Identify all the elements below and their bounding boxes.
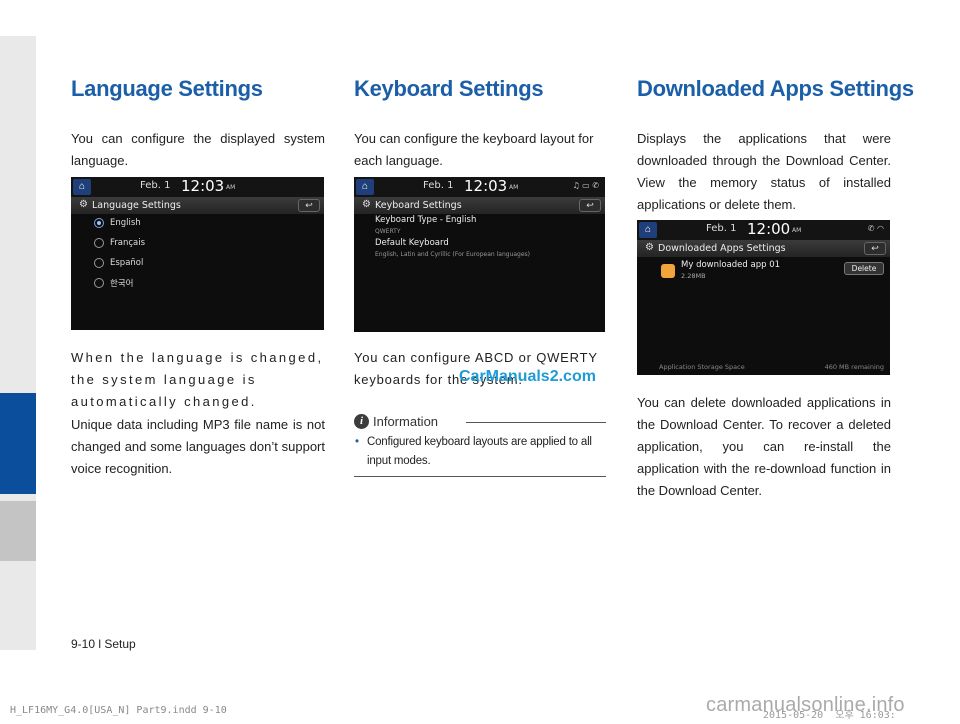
keyboard-settings-screenshot: ⌂ Feb. 1 12:03 AM ♫ ▭ ✆ ⚙ Keyboard Setti… — [354, 177, 605, 332]
gear-icon: ⚙ — [645, 242, 654, 253]
language-option-korean: 한국어 — [94, 275, 133, 291]
radio-icon — [94, 238, 104, 248]
back-icon: ↩ — [864, 242, 886, 255]
print-slug: H_LF16MY_G4.0[USA_N] Part9.indd 9-10 — [10, 705, 227, 716]
unique-data-text: Unique data including MP3 file name is n… — [71, 417, 325, 476]
option-label: 한국어 — [110, 279, 134, 289]
keyboard-type-value: QWERTY — [375, 228, 401, 235]
option-label: Español — [110, 258, 144, 268]
chapter-tab-active — [0, 393, 36, 494]
section-title: Downloaded Apps Settings — [637, 76, 914, 101]
home-icon: ⌂ — [639, 222, 657, 238]
app-size: 2.28MB — [681, 272, 706, 280]
ampm: AM — [226, 184, 236, 191]
storage-label: Application Storage Space — [659, 363, 745, 371]
status-bar: ⌂ Feb. 1 12:00 AM ✆ ◠ — [637, 220, 890, 240]
information-header: i Information — [354, 413, 606, 431]
option-label: English — [110, 218, 141, 228]
status-bar: ⌂ Feb. 1 12:03 AM — [71, 177, 324, 197]
section-title: Language Settings — [71, 76, 263, 101]
gear-icon: ⚙ — [362, 199, 371, 210]
default-keyboard-title: Default Keyboard — [375, 238, 449, 248]
time: 12:03 — [181, 177, 225, 195]
screen-title-bar: ⚙ Keyboard Settings ↩ — [354, 197, 605, 214]
screen-title-bar: ⚙ Language Settings ↩ — [71, 197, 324, 214]
information-bullet: • Configured keyboard layouts are applie… — [354, 433, 606, 471]
information-text: Configured keyboard layouts are applied … — [367, 436, 592, 467]
divider — [354, 476, 606, 477]
bullet-icon: • — [355, 436, 359, 448]
downloaded-apps-screenshot: ⌂ Feb. 1 12:00 AM ✆ ◠ ⚙ Downloaded Apps … — [637, 220, 890, 375]
language-option-espanol: Español — [94, 255, 143, 271]
option-label: Français — [110, 238, 146, 248]
site-watermark: carmanualsonline.info — [706, 694, 905, 716]
home-icon: ⌂ — [73, 179, 91, 195]
chapter-tab — [0, 501, 36, 561]
gear-icon: ⚙ — [79, 199, 88, 210]
app-name: My downloaded app 01 — [681, 260, 781, 270]
delete-button: Delete — [844, 262, 884, 275]
language-option-english: English — [94, 215, 141, 231]
intro-text: You can configure the displayed system l… — [71, 131, 325, 168]
date: Feb. 1 — [140, 180, 171, 191]
status-icons: ♫ ▭ ✆ — [572, 181, 599, 190]
storage-remaining: 460 MB remaining — [824, 363, 884, 371]
page-footer: 9-10 l Setup — [71, 637, 136, 651]
language-option-francais: Français — [94, 235, 145, 251]
radio-icon — [94, 258, 104, 268]
back-icon: ↩ — [579, 199, 601, 212]
screen-title: Language Settings — [92, 200, 181, 211]
margin-strip-top — [0, 0, 36, 36]
intro-text: Displays the applications that were down… — [637, 131, 891, 212]
status-bar: ⌂ Feb. 1 12:03 AM ♫ ▭ ✆ — [354, 177, 605, 197]
default-keyboard-value: English, Latin and Cyrillic (For Europea… — [375, 251, 531, 258]
back-icon: ↩ — [298, 199, 320, 212]
ampm: AM — [509, 184, 519, 191]
info-icon: i — [354, 414, 369, 429]
time: 12:00 — [747, 220, 791, 238]
ampm: AM — [792, 227, 802, 234]
section-title: Keyboard Settings — [354, 76, 544, 101]
intro-text: You can configure the keyboard layout fo… — [354, 131, 594, 168]
keyboard-type-title: Keyboard Type - English — [375, 215, 477, 225]
language-settings-screenshot: ⌂ Feb. 1 12:03 AM ⚙ Language Settings ↩ … — [71, 177, 324, 330]
language-change-text: When the language is changed, the system… — [71, 350, 324, 409]
home-icon: ⌂ — [356, 179, 374, 195]
radio-selected-icon — [94, 218, 104, 228]
time: 12:03 — [464, 177, 508, 195]
screen-title-bar: ⚙ Downloaded Apps Settings ↩ — [637, 240, 890, 257]
radio-icon — [94, 278, 104, 288]
delete-apps-text: You can delete downloaded applications i… — [637, 395, 891, 498]
information-title: Information — [373, 414, 439, 429]
date: Feb. 1 — [423, 180, 454, 191]
status-icons: ✆ ◠ — [867, 224, 884, 233]
app-icon — [661, 264, 675, 278]
divider — [466, 422, 606, 423]
watermark-text: CarManuals2.com — [459, 368, 596, 385]
date: Feb. 1 — [706, 223, 737, 234]
screen-title: Keyboard Settings — [375, 200, 462, 211]
screen-title: Downloaded Apps Settings — [658, 243, 786, 254]
